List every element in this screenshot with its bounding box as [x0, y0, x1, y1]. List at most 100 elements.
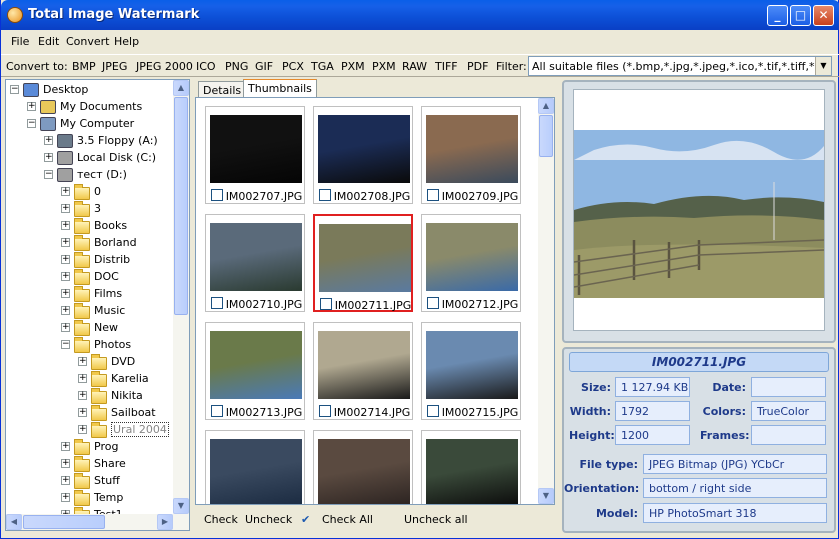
expand-icon[interactable]: +	[61, 221, 70, 230]
thumbnail-image	[426, 115, 518, 183]
format-bmp-button[interactable]: BMP	[72, 60, 96, 73]
close-button[interactable]: ✕	[813, 5, 834, 26]
thumbnail-checkbox[interactable]	[319, 405, 331, 417]
format-pxm-button-2[interactable]: PXM	[372, 60, 396, 73]
expand-icon[interactable]: +	[61, 476, 70, 485]
uncheck-all-button[interactable]: Uncheck all	[404, 513, 468, 526]
menu-edit[interactable]: Edit	[38, 35, 59, 48]
format-pcx-button[interactable]: PCX	[282, 60, 304, 73]
format-raw-button[interactable]: RAW	[402, 60, 427, 73]
expand-icon[interactable]: +	[78, 357, 87, 366]
expand-icon[interactable]: +	[61, 306, 70, 315]
expand-icon[interactable]: +	[61, 323, 70, 332]
thumbnail-checkbox[interactable]	[427, 189, 439, 201]
format-tga-button[interactable]: TGA	[311, 60, 334, 73]
thumbnail-scroll-thumb[interactable]	[539, 115, 553, 157]
maximize-button[interactable]: □	[790, 5, 811, 26]
scroll-up-arrow-icon[interactable]: ▲	[538, 98, 554, 114]
menu-file[interactable]: File	[11, 35, 29, 48]
collapse-icon[interactable]: −	[10, 85, 19, 94]
expand-icon[interactable]: +	[61, 289, 70, 298]
check-all-button[interactable]: Check All	[322, 513, 373, 526]
expand-icon[interactable]: +	[61, 442, 70, 451]
folder-icon	[74, 303, 90, 319]
thumbnail-item[interactable]: IM002715.JPG	[421, 322, 521, 420]
folder-tree[interactable]: − Desktop + My Documents − My Computer +3.5 Fl…	[5, 79, 190, 531]
filter-select[interactable]: All suitable files (*.bmp,*.jpg,*.jpeg,*…	[528, 56, 832, 76]
format-jpeg2000-button[interactable]: JPEG 2000	[136, 60, 193, 73]
thumbnail-grid[interactable]: IM002707.JPG IM002708.JPG IM002709.JPG IM00…	[195, 97, 555, 505]
expand-icon[interactable]: +	[78, 408, 87, 417]
expand-icon[interactable]: +	[61, 238, 70, 247]
tab-details[interactable]: Details	[198, 81, 247, 98]
expand-icon[interactable]: +	[44, 136, 53, 145]
scroll-up-arrow-icon[interactable]: ▲	[173, 80, 189, 96]
expand-icon[interactable]: +	[78, 425, 87, 434]
uncheck-button[interactable]: Uncheck	[245, 513, 292, 526]
folder-icon	[91, 422, 107, 438]
expand-icon[interactable]: +	[78, 374, 87, 383]
folder-icon	[91, 388, 107, 404]
scroll-left-arrow-icon[interactable]: ◀	[6, 514, 22, 530]
thumbnail-item[interactable]: IM002714.JPG	[313, 322, 413, 420]
filetype-value: JPEG Bitmap (JPG) YCbCr	[643, 454, 827, 474]
expand-icon[interactable]: +	[27, 102, 36, 111]
thumbnail-item[interactable]: IM002709.JPG	[421, 106, 521, 204]
thumbnail-item[interactable]: IM002713.JPG	[205, 322, 305, 420]
title-bar[interactable]: Total Image Watermark _ □ ✕	[1, 0, 839, 30]
expand-icon[interactable]: +	[44, 153, 53, 162]
scroll-down-arrow-icon[interactable]: ▼	[173, 498, 189, 514]
thumbnail-item[interactable]: IM002710.JPG	[205, 214, 305, 312]
thumbnail-item[interactable]: IM002707.JPG	[205, 106, 305, 204]
tree-vertical-scrollbar[interactable]: ▲ ▼	[173, 80, 189, 514]
thumbnail-item[interactable]: IM002712.JPG	[421, 214, 521, 312]
expand-icon[interactable]: +	[61, 187, 70, 196]
thumbnail-item[interactable]: IM002711.JPG	[313, 214, 413, 312]
collapse-icon[interactable]: −	[44, 170, 53, 179]
thumbnail-checkbox[interactable]	[427, 405, 439, 417]
thumbnail-checkbox[interactable]	[319, 189, 331, 201]
thumbnail-image	[210, 115, 302, 183]
tree-hscroll-thumb[interactable]	[23, 515, 105, 529]
format-tiff-button[interactable]: TIFF	[435, 60, 458, 73]
expand-icon[interactable]: +	[61, 255, 70, 264]
format-jpeg-button[interactable]: JPEG	[102, 60, 127, 73]
tree-scroll-thumb[interactable]	[174, 97, 188, 315]
expand-icon[interactable]: +	[61, 272, 70, 281]
folder-icon	[74, 201, 90, 217]
format-pxm-button[interactable]: PXM	[341, 60, 365, 73]
chevron-down-icon[interactable]: ▼	[815, 57, 831, 75]
scroll-down-arrow-icon[interactable]: ▼	[538, 488, 554, 504]
menu-bar: File Edit Convert Help	[1, 31, 839, 52]
thumbnail-item[interactable]	[205, 430, 305, 504]
scroll-right-arrow-icon[interactable]: ▶	[157, 514, 173, 530]
thumbnail-checkbox[interactable]	[211, 189, 223, 201]
tree-horizontal-scrollbar[interactable]: ◀ ▶	[6, 514, 189, 530]
menu-convert[interactable]: Convert	[66, 35, 110, 48]
thumbnail-checkbox[interactable]	[427, 297, 439, 309]
folder-icon	[74, 269, 90, 285]
tab-thumbnails[interactable]: Thumbnails	[243, 79, 317, 98]
expand-icon[interactable]: +	[61, 459, 70, 468]
thumbnail-filename: IM002713.JPG	[225, 406, 303, 419]
minimize-button[interactable]: _	[767, 5, 788, 26]
expand-icon[interactable]: +	[61, 204, 70, 213]
menu-help[interactable]: Help	[114, 35, 139, 48]
thumbnail-vertical-scrollbar[interactable]: ▲ ▼	[538, 98, 554, 504]
thumbnail-checkbox[interactable]	[211, 297, 223, 309]
collapse-icon[interactable]: −	[61, 340, 70, 349]
expand-icon[interactable]: +	[61, 493, 70, 502]
format-ico-button[interactable]: ICO	[196, 60, 216, 73]
expand-icon[interactable]: +	[78, 391, 87, 400]
thumbnail-checkbox[interactable]	[211, 405, 223, 417]
collapse-icon[interactable]: −	[27, 119, 36, 128]
format-gif-button[interactable]: GIF	[255, 60, 273, 73]
format-png-button[interactable]: PNG	[225, 60, 248, 73]
thumbnail-item[interactable]: IM002708.JPG	[313, 106, 413, 204]
check-button[interactable]: Check	[204, 513, 238, 526]
thumbnail-item[interactable]	[313, 430, 413, 504]
format-pdf-button[interactable]: PDF	[467, 60, 488, 73]
preview-image	[574, 130, 824, 298]
thumbnail-item[interactable]	[421, 430, 521, 504]
thumbnail-checkbox[interactable]	[320, 298, 332, 310]
